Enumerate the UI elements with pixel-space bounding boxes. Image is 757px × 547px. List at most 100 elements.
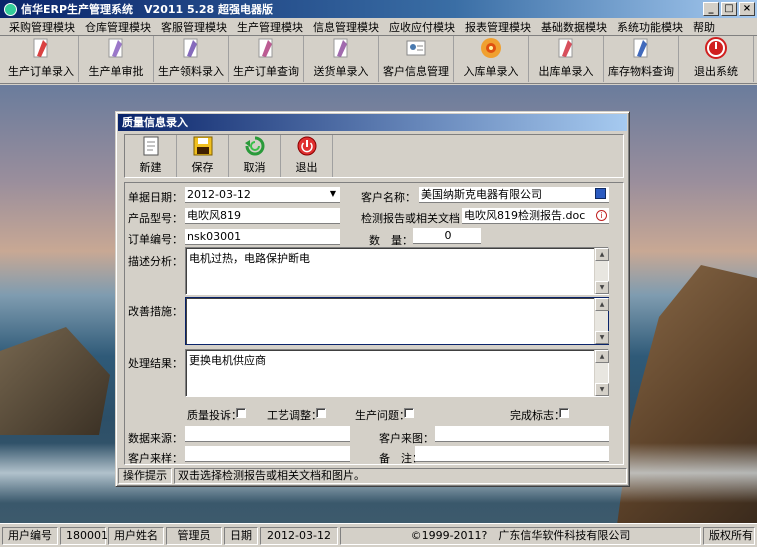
scrollbar[interactable]: ▲ ▼ bbox=[594, 350, 609, 396]
scrollbar[interactable]: ▲ ▼ bbox=[594, 298, 609, 344]
customer-img-field[interactable] bbox=[435, 426, 609, 442]
menu-warehouse[interactable]: 仓库管理模块 bbox=[80, 19, 156, 35]
toolbar-button-6[interactable]: 入库单录入 bbox=[454, 36, 529, 82]
scroll-up-icon[interactable]: ▲ bbox=[595, 298, 609, 311]
cancel-button[interactable]: 取消 bbox=[229, 135, 281, 177]
menu-basic-data[interactable]: 基础数据模块 bbox=[536, 19, 612, 35]
source-label: 数据来源： bbox=[128, 432, 183, 445]
scroll-up-icon[interactable]: ▲ bbox=[595, 350, 609, 363]
exit-button[interactable]: 退出 bbox=[281, 135, 333, 177]
done-checkbox[interactable] bbox=[559, 408, 569, 418]
chevron-down-icon: ▼ bbox=[329, 189, 337, 198]
menu-help[interactable]: 帮助 bbox=[688, 19, 720, 35]
order-label: 订单编号： bbox=[128, 233, 183, 246]
new-button[interactable]: 新建 bbox=[125, 135, 177, 177]
lookup-icon[interactable] bbox=[595, 188, 606, 199]
complaint-label: 质量投诉： bbox=[187, 409, 242, 422]
hint-bar: 操作提示 双击选择检测报告或相关文档和图片。 bbox=[118, 467, 627, 485]
outbound-pen-icon bbox=[558, 38, 573, 58]
toolbar-button-5[interactable]: 客户信息管理 bbox=[379, 36, 454, 82]
save-disk-icon bbox=[193, 136, 212, 156]
background-rock bbox=[0, 327, 110, 435]
scroll-down-icon[interactable]: ▼ bbox=[595, 383, 609, 396]
toolbar-button-0[interactable]: 生产订单录入 bbox=[4, 36, 79, 82]
toolbar-button-7[interactable]: 出库单录入 bbox=[529, 36, 604, 82]
material-document-icon bbox=[183, 38, 198, 58]
result-textarea[interactable]: 更换电机供应商 ▲ ▼ bbox=[185, 349, 609, 397]
toolbar-button-label: 库存物料查询 bbox=[608, 65, 674, 78]
toolbar-button-label: 退出系统 bbox=[694, 65, 738, 78]
cancel-arrows-icon bbox=[244, 136, 264, 156]
maximize-button[interactable]: □ bbox=[721, 2, 737, 16]
save-button[interactable]: 保存 bbox=[177, 135, 229, 177]
report-label: 检测报告或相关文档： bbox=[361, 212, 471, 225]
quality-form: 单据日期： 2012-03-12 ▼ 客户名称： 美国纳斯克电器有限公司 产品型… bbox=[124, 182, 624, 465]
new-button-label: 新建 bbox=[139, 161, 162, 174]
menu-system[interactable]: 系统功能模块 bbox=[612, 19, 688, 35]
hint-label: 操作提示 bbox=[118, 468, 172, 484]
toolbar-button-label: 生产领料录入 bbox=[158, 65, 224, 78]
toolbar-button-label: 生产订单录入 bbox=[8, 65, 74, 78]
note-field[interactable] bbox=[415, 446, 609, 462]
scroll-down-icon[interactable]: ▼ bbox=[595, 281, 609, 294]
date-status-label: 日期 bbox=[224, 526, 258, 545]
toolbar-button-label: 出库单录入 bbox=[538, 65, 594, 78]
minimize-button[interactable]: _ bbox=[703, 2, 719, 16]
toolbar-button-2[interactable]: 生产领料录入 bbox=[154, 36, 229, 82]
date-label: 单据日期： bbox=[128, 191, 183, 204]
production-checkbox[interactable] bbox=[404, 408, 414, 418]
menu-reports[interactable]: 报表管理模块 bbox=[460, 19, 536, 35]
toolbar-button-label: 生产单审批 bbox=[88, 65, 144, 78]
model-field[interactable]: 电吹风819 bbox=[185, 208, 340, 224]
result-value: 更换电机供应商 bbox=[189, 354, 266, 367]
toolbar-button-8[interactable]: 库存物料查询 bbox=[604, 36, 679, 82]
cancel-button-label: 取消 bbox=[243, 161, 266, 174]
production-label: 生产问题： bbox=[355, 409, 410, 422]
toolbar-button-3[interactable]: 生产订单查询 bbox=[229, 36, 304, 82]
hint-text: 双击选择检测报告或相关文档和图片。 bbox=[174, 468, 627, 484]
toolbar-button-label: 送货单录入 bbox=[313, 65, 369, 78]
process-checkbox[interactable] bbox=[316, 408, 326, 418]
customer-field[interactable]: 美国纳斯克电器有限公司 bbox=[419, 187, 609, 203]
model-label: 产品型号： bbox=[128, 212, 183, 225]
dialog-title: 质量信息录入 bbox=[118, 114, 627, 131]
exit-button-label: 退出 bbox=[295, 161, 318, 174]
date-status-value: 2012-03-12 bbox=[260, 526, 338, 545]
menu-information[interactable]: 信息管理模块 bbox=[308, 19, 384, 35]
scroll-up-icon[interactable]: ▲ bbox=[595, 248, 609, 261]
user-id-value: 180001 bbox=[60, 526, 108, 545]
menu-purchase[interactable]: 采购管理模块 bbox=[4, 19, 80, 35]
menu-production[interactable]: 生产管理模块 bbox=[232, 19, 308, 35]
exit-power-icon bbox=[297, 136, 316, 156]
pdf-document-icon bbox=[33, 38, 48, 58]
scroll-down-icon[interactable]: ▼ bbox=[595, 331, 609, 344]
result-label: 处理结果： bbox=[128, 357, 183, 370]
close-button[interactable]: × bbox=[739, 2, 755, 16]
menu-service[interactable]: 客服管理模块 bbox=[156, 19, 232, 35]
source-field[interactable] bbox=[185, 426, 350, 442]
window-titlebar: 信华ERP生产管理系统 V2011 5.28 超强电器版 _ □ × bbox=[0, 0, 757, 18]
menu-receivables[interactable]: 应收应付模块 bbox=[384, 19, 460, 35]
order-field[interactable]: nsk03001 bbox=[185, 229, 340, 245]
approve-document-icon bbox=[108, 38, 123, 58]
improve-textarea[interactable]: ▲ ▼ bbox=[185, 297, 609, 345]
toolbar-button-1[interactable]: 生产单审批 bbox=[79, 36, 154, 82]
desc-textarea[interactable]: 电机过热，电路保护断电 ▲ ▼ bbox=[185, 247, 609, 295]
menu-bar: 采购管理模块 仓库管理模块 客服管理模块 生产管理模块 信息管理模块 应收应付模… bbox=[0, 18, 757, 36]
app-logo-icon bbox=[4, 2, 17, 16]
report-field[interactable]: 电吹风819检测报告.doc bbox=[462, 208, 609, 224]
scrollbar[interactable]: ▲ ▼ bbox=[594, 248, 609, 294]
qty-label: 数 量： bbox=[369, 234, 413, 247]
date-picker[interactable]: 2012-03-12 ▼ bbox=[185, 187, 340, 203]
sample-field[interactable] bbox=[185, 446, 350, 462]
toolbar-button-4[interactable]: 送货单录入 bbox=[304, 36, 379, 82]
status-bar: 用户编号 180001 用户姓名 管理员 日期 2012-03-12 ©1999… bbox=[0, 523, 757, 547]
rights-text: 版权所有 bbox=[703, 526, 755, 545]
user-name-label: 用户姓名 bbox=[108, 526, 164, 545]
complaint-checkbox[interactable] bbox=[236, 408, 246, 418]
info-icon[interactable]: i bbox=[596, 210, 607, 221]
toolbar-button-label: 入库单录入 bbox=[463, 65, 519, 78]
toolbar-button-9[interactable]: 退出系统 bbox=[679, 36, 754, 82]
customer-label: 客户名称： bbox=[361, 191, 416, 204]
qty-field[interactable]: 0 bbox=[413, 228, 481, 244]
